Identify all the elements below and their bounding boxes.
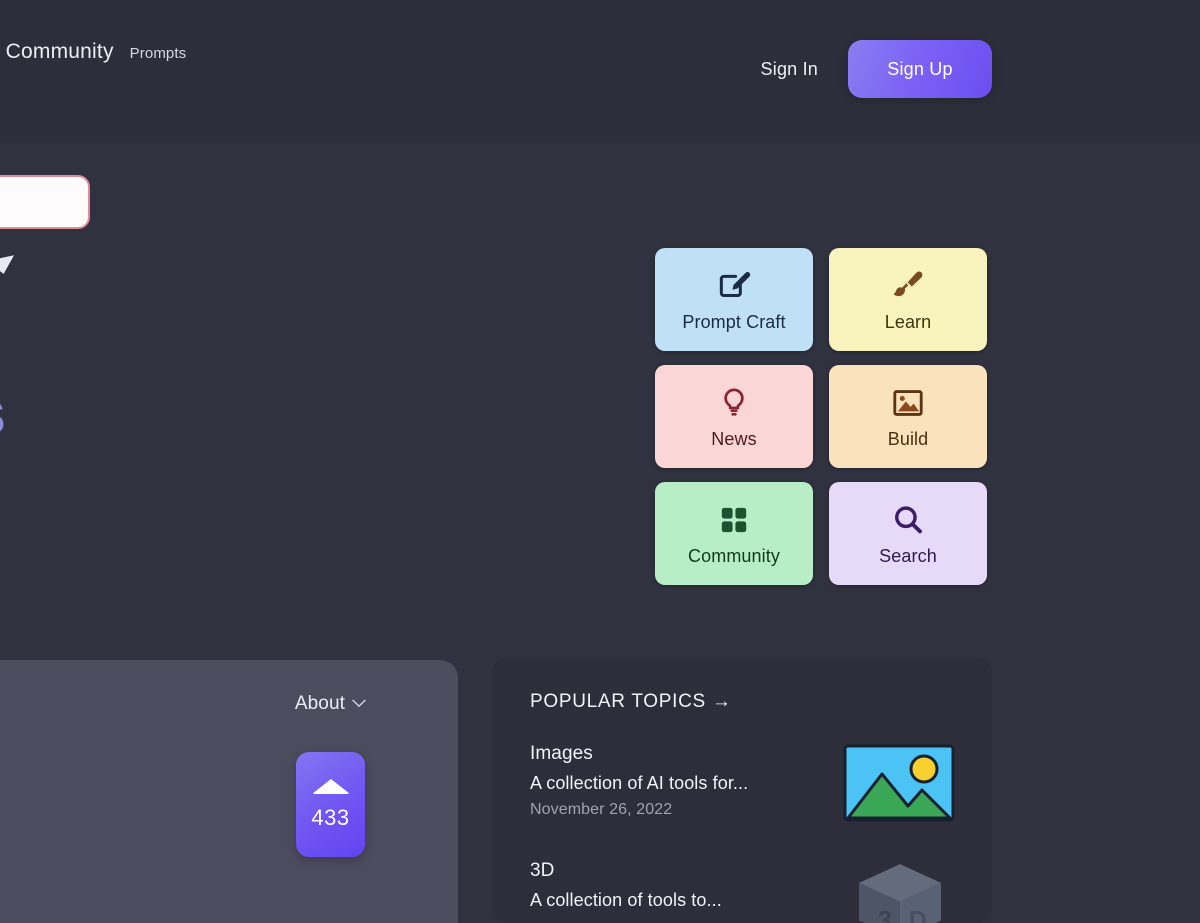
tile-label: Build xyxy=(887,429,929,449)
left-detail-panel: About 433 xyxy=(0,660,458,923)
sign-up-button[interactable]: Sign Up xyxy=(848,40,992,98)
popular-topics-panel: POPULAR TOPICS → Images A collection of … xyxy=(492,658,992,923)
picture-icon xyxy=(890,383,926,423)
header-nav-right: Sign In Sign Up xyxy=(761,40,992,98)
tile-label: Search xyxy=(879,546,937,566)
topic-name: 3D xyxy=(530,860,555,881)
header-nav-left: , Community Prompts xyxy=(0,40,186,64)
upvote-button[interactable]: 433 xyxy=(296,752,365,857)
about-dropdown[interactable]: About xyxy=(295,693,366,715)
tile-label: Prompt Craft xyxy=(682,312,786,332)
tile-learn[interactable]: Learn xyxy=(829,248,987,351)
topic-date: November 26, 2022 xyxy=(530,801,673,818)
hero-heading-line-2: ucts xyxy=(0,382,140,446)
upvote-count: 433 xyxy=(311,804,350,830)
topic-name: Images xyxy=(530,743,593,764)
hero-caret-icon xyxy=(0,255,18,277)
pencil-square-icon xyxy=(715,266,753,306)
about-label: About xyxy=(294,693,345,714)
tile-build[interactable]: Build xyxy=(829,365,987,468)
nav-item-prompts[interactable]: Prompts xyxy=(130,45,187,62)
popular-topics-title[interactable]: POPULAR TOPICS → xyxy=(530,691,956,713)
hero-white-card[interactable] xyxy=(0,175,90,229)
page-root: , Community Prompts Sign In Sign Up G uc… xyxy=(0,0,1200,923)
page-title: G ucts xyxy=(0,318,140,446)
grid-squares-icon xyxy=(717,500,751,540)
landscape-photo-icon xyxy=(842,742,956,829)
tile-prompt-craft[interactable]: Prompt Craft xyxy=(655,248,813,351)
topic-row-3d[interactable]: 3D A collection of tools to... 3 D xyxy=(530,859,956,923)
tile-label: News xyxy=(711,429,757,449)
nav-item-community[interactable]: Community xyxy=(6,40,114,64)
paintbrush-icon xyxy=(889,266,927,306)
topic-text: 3D A collection of tools to... xyxy=(530,859,722,918)
topic-text: Images A collection of AI tools for... N… xyxy=(530,742,748,819)
tile-news[interactable]: News xyxy=(655,365,813,468)
category-tile-grid: Prompt Craft Learn News Build Community … xyxy=(655,248,987,585)
magnifier-icon xyxy=(890,500,926,540)
topic-description: A collection of tools to... xyxy=(530,890,722,910)
topic-description: A collection of AI tools for... xyxy=(530,773,749,793)
svg-text:3: 3 xyxy=(878,907,892,923)
topic-row-images[interactable]: Images A collection of AI tools for... N… xyxy=(530,742,956,829)
tile-label: Learn xyxy=(884,312,932,332)
triangle-up-icon xyxy=(311,778,350,794)
sign-in-button[interactable]: Sign In xyxy=(761,59,818,80)
tile-label: Community xyxy=(688,546,780,566)
lightbulb-icon xyxy=(716,383,752,423)
tile-community[interactable]: Community xyxy=(655,482,813,585)
svg-text:D: D xyxy=(909,907,928,923)
chevron-down-icon xyxy=(352,695,366,713)
cube-3d-icon: 3 D xyxy=(844,859,956,923)
site-header: , Community Prompts Sign In Sign Up xyxy=(0,0,1200,143)
tile-search[interactable]: Search xyxy=(829,482,987,585)
